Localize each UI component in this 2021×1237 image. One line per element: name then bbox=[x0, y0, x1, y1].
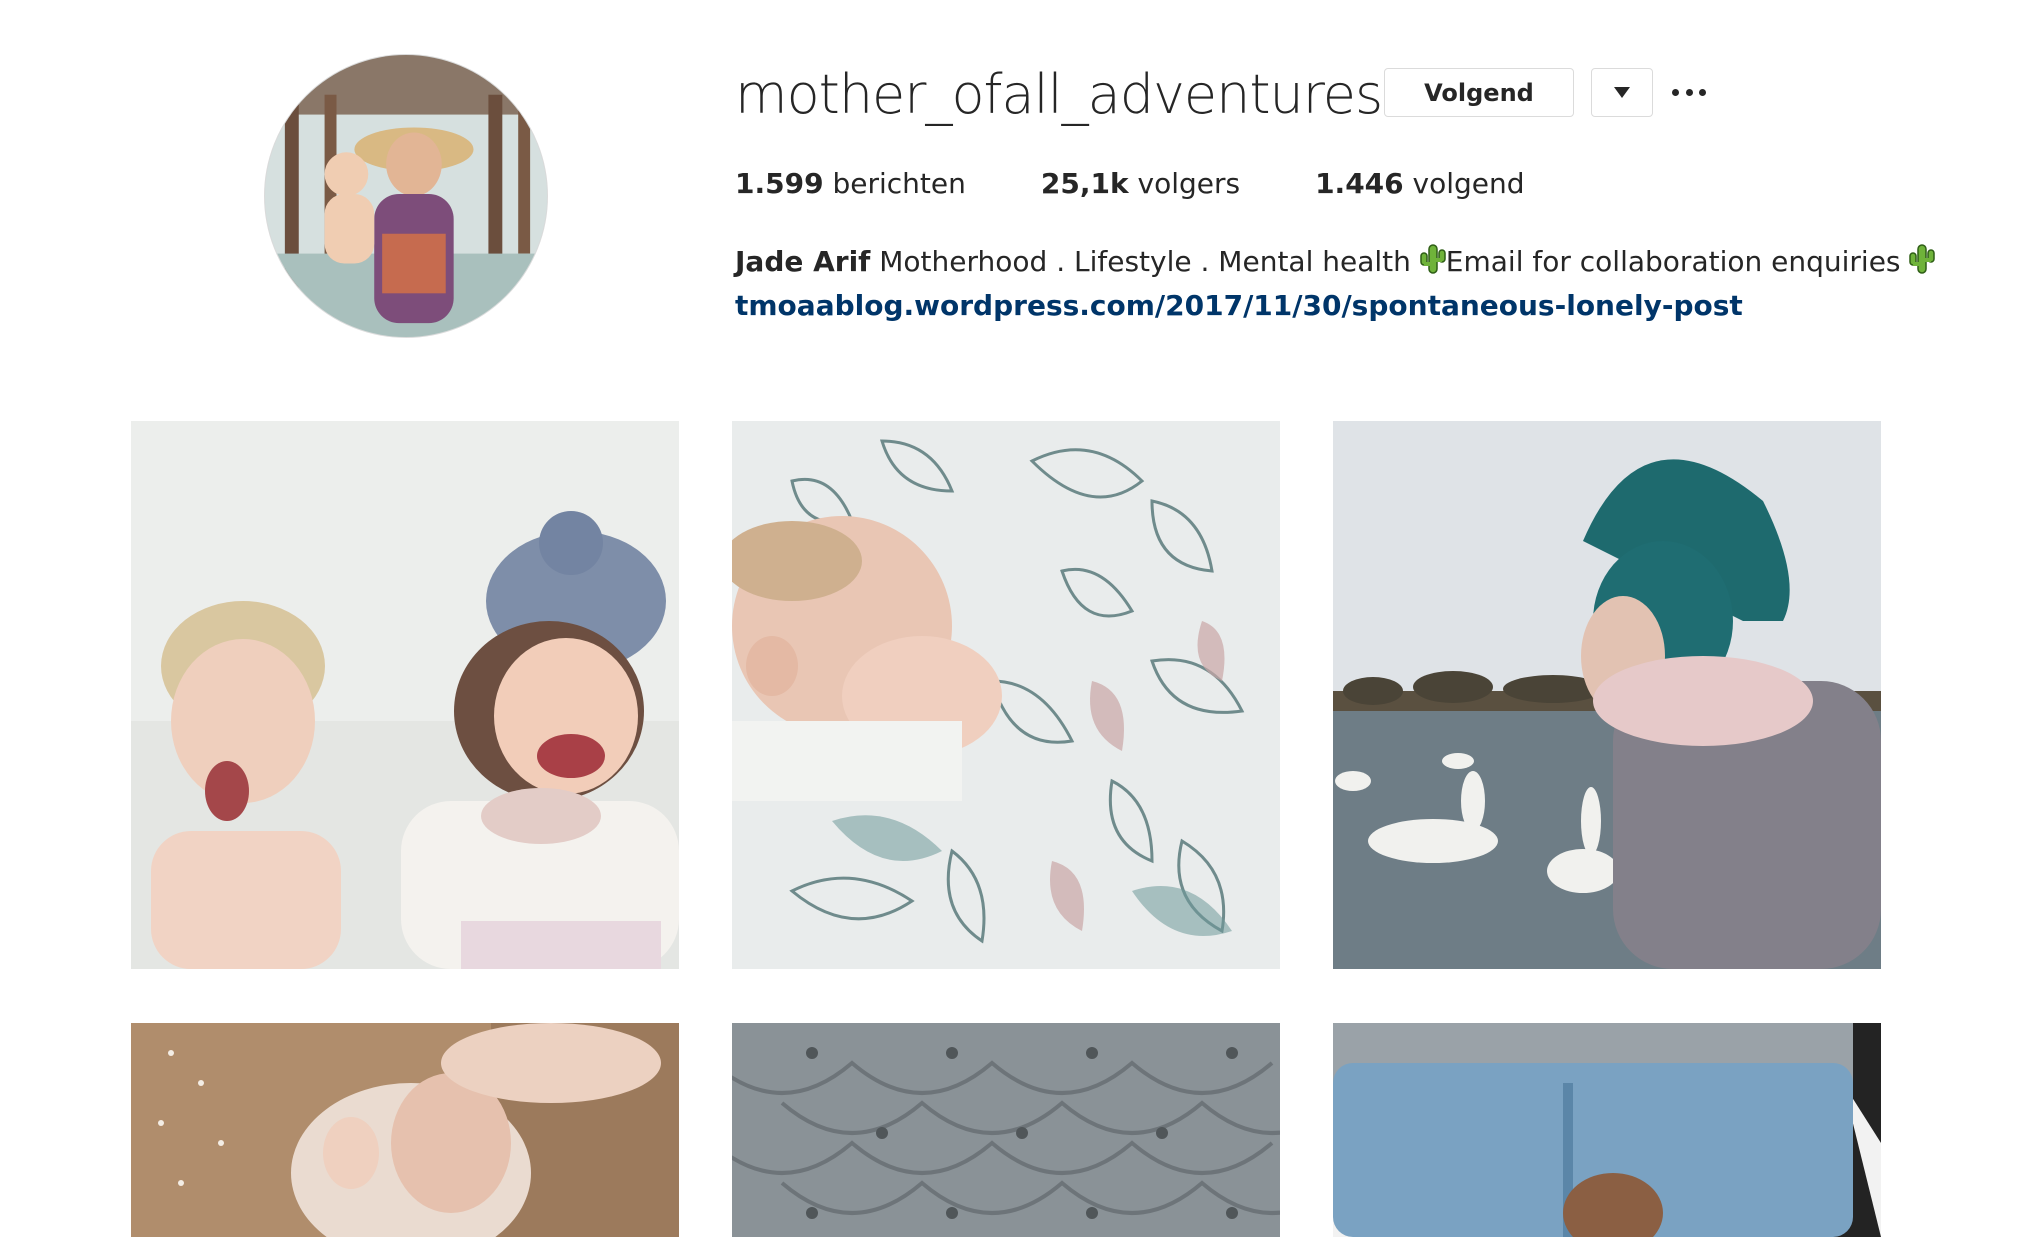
profile-stats: 1.599 berichten 25,1k volgers 1.446 volg… bbox=[735, 164, 1600, 204]
bio-text: Motherhood . Lifestyle . Mental health bbox=[870, 245, 1420, 278]
bio-text-email: Email for collaboration enquiries bbox=[1445, 245, 1910, 278]
posts-count-label: berichten bbox=[823, 167, 966, 200]
more-options-icon-dot bbox=[1685, 88, 1693, 96]
bio-website-link[interactable]: tmoaablog.wordpress.com/2017/11/30/spont… bbox=[735, 286, 1743, 326]
post-thumbnail[interactable] bbox=[1333, 1023, 1881, 1237]
more-options-icon-dot bbox=[1699, 88, 1706, 96]
profile-bio: Jade Arif Motherhood . Lifestyle . Menta… bbox=[735, 240, 1936, 284]
post-image bbox=[1333, 1023, 1881, 1237]
following-button[interactable]: Volgend bbox=[1384, 68, 1574, 117]
post-thumbnail[interactable] bbox=[131, 1023, 679, 1237]
post-image bbox=[131, 421, 679, 969]
profile-username: mother_ofall_adventures bbox=[735, 63, 1383, 126]
posts-count-value: 1.599 bbox=[735, 167, 824, 200]
post-image bbox=[1333, 421, 1881, 969]
post-image bbox=[131, 1023, 679, 1237]
post-image bbox=[732, 1023, 1280, 1237]
posts-count: 1.599 berichten bbox=[735, 164, 966, 204]
post-thumbnail[interactable] bbox=[732, 421, 1280, 969]
following-count-label: volgend bbox=[1403, 167, 1525, 200]
suggestions-dropdown-button[interactable] bbox=[1591, 68, 1653, 117]
avatar-photo bbox=[265, 55, 547, 337]
following-count-value: 1.446 bbox=[1315, 167, 1404, 200]
post-image bbox=[732, 421, 1280, 969]
following-count[interactable]: 1.446 volgend bbox=[1315, 164, 1524, 204]
followers-count-label: volgers bbox=[1128, 167, 1241, 200]
chevron-down-icon bbox=[1614, 87, 1630, 98]
profile-avatar[interactable] bbox=[264, 54, 548, 338]
more-options-icon-dot bbox=[1672, 88, 1679, 96]
post-thumbnail[interactable] bbox=[131, 421, 679, 969]
post-thumbnail[interactable] bbox=[1333, 421, 1881, 969]
followers-count[interactable]: 25,1k volgers bbox=[1041, 164, 1240, 204]
more-options-button[interactable] bbox=[1672, 78, 1706, 106]
cactus-icon bbox=[1909, 244, 1936, 274]
profile-full-name: Jade Arif bbox=[735, 245, 871, 278]
post-thumbnail[interactable] bbox=[732, 1023, 1280, 1237]
followers-count-value: 25,1k bbox=[1040, 167, 1129, 200]
cactus-icon bbox=[1420, 244, 1446, 274]
